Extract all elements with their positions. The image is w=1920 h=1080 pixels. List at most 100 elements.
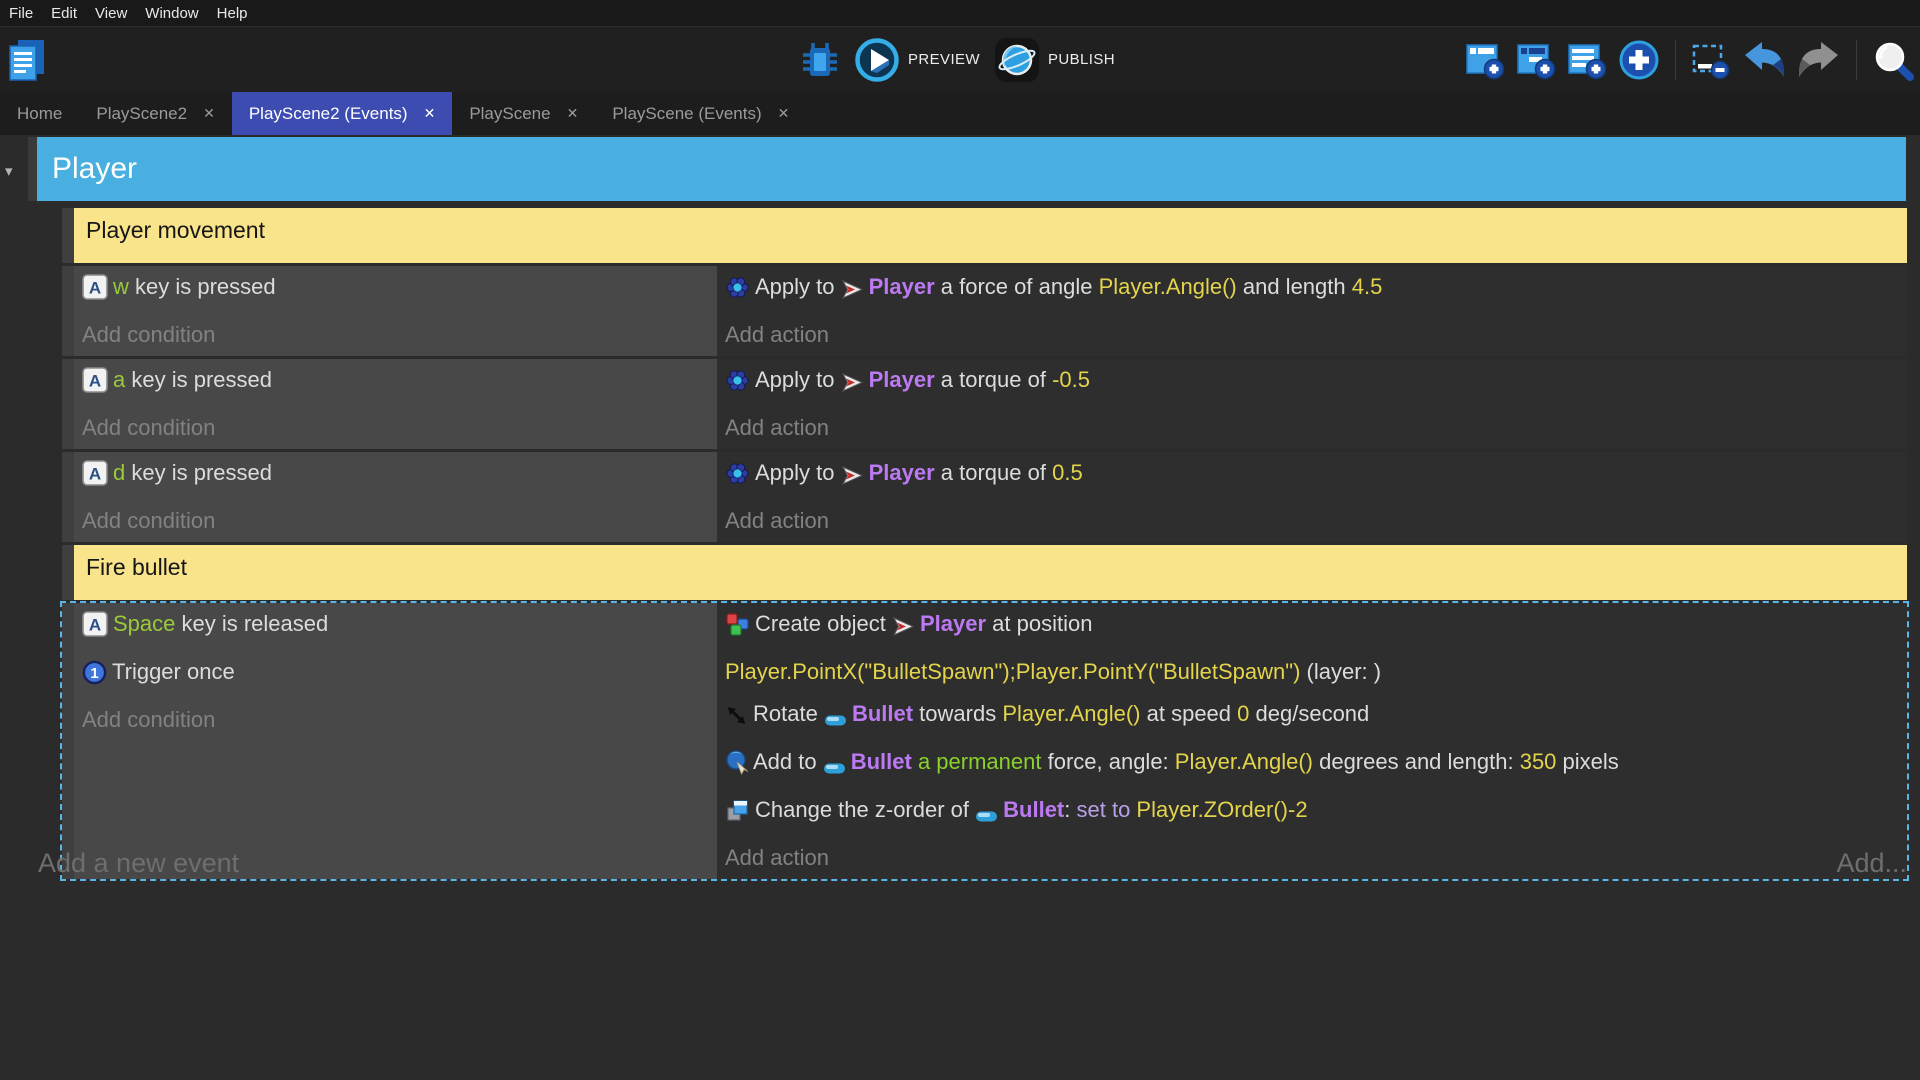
tab-playscene[interactable]: PlayScene ✕: [452, 92, 595, 135]
comment-row[interactable]: Fire bullet: [62, 545, 1907, 600]
event-row[interactable]: A Space key is released 1 Trigger once Add c…: [60, 601, 1909, 881]
comment-text[interactable]: Player movement: [74, 208, 1907, 263]
remove-event-icon[interactable]: [1691, 40, 1731, 80]
action-line[interactable]: Apply to Player a force of angle Player.…: [725, 266, 1899, 314]
physics-icon: [725, 458, 750, 500]
publish-globe-icon: [994, 37, 1040, 83]
bullet-object-icon: [823, 747, 846, 789]
add-condition-button[interactable]: Add condition: [82, 407, 709, 449]
menu-item-edit[interactable]: Edit: [51, 5, 77, 22]
text-segment: key is pressed: [128, 274, 276, 299]
menu-item-file[interactable]: File: [9, 5, 33, 22]
add-condition-button[interactable]: Add condition: [82, 314, 709, 356]
comment-row[interactable]: Player movement: [62, 208, 1907, 263]
toolbar-center: PREVIEW PUBLISH: [800, 27, 1115, 92]
add-more-button[interactable]: Add...: [1836, 848, 1907, 879]
add-action-button[interactable]: Add action: [725, 500, 1899, 542]
condition-line[interactable]: Aa key is pressed: [82, 359, 709, 407]
row-gutter[interactable]: [62, 603, 74, 879]
action-line[interactable]: Apply to Player a torque of 0.5: [725, 452, 1899, 500]
text-segment: pixels: [1556, 749, 1619, 774]
condition-line[interactable]: 1 Trigger once: [82, 651, 709, 699]
svg-text:A: A: [89, 616, 101, 635]
keyboard-icon: A: [82, 458, 108, 500]
event-row[interactable]: Aw key is pressed Add condition Apply to P…: [62, 266, 1907, 356]
publish-button[interactable]: PUBLISH: [994, 37, 1115, 83]
action-line[interactable]: Create object Player at position Player.…: [725, 603, 1605, 693]
row-gutter[interactable]: [62, 208, 74, 263]
row-gutter[interactable]: [62, 266, 74, 356]
tab-close-icon[interactable]: ✕: [424, 105, 436, 122]
conditions-cell: Aa key is pressed Add condition: [74, 359, 717, 449]
tab-playscene-events[interactable]: PlayScene (Events) ✕: [595, 92, 806, 135]
menu-item-help[interactable]: Help: [217, 5, 248, 22]
text-segment: Apply to: [755, 274, 841, 299]
add-action-button[interactable]: Add action: [725, 314, 1899, 356]
row-gutter[interactable]: [62, 359, 74, 449]
text-segment: Bullet: [851, 701, 914, 726]
project-manager-icon[interactable]: [8, 38, 46, 82]
tab-playscene2[interactable]: PlayScene2 ✕: [79, 92, 231, 135]
text-segment: Player.ZOrder()-2: [1136, 797, 1308, 822]
text-segment: Change the z-order of: [755, 797, 976, 822]
condition-line[interactable]: Ad key is pressed: [82, 452, 709, 500]
add-action-button[interactable]: Add action: [725, 837, 1899, 879]
tab-playscene2-events[interactable]: PlayScene2 (Events) ✕: [231, 92, 453, 135]
condition-line[interactable]: Aw key is pressed: [82, 266, 709, 314]
action-line[interactable]: Change the z-order of Bullet: set to Pla…: [725, 789, 1899, 837]
text-segment: key is pressed: [125, 460, 272, 485]
add-action-button[interactable]: Add action: [725, 407, 1899, 449]
add-new-event-button[interactable]: Add a new event: [38, 848, 239, 879]
keyboard-icon: A: [82, 272, 108, 314]
toolbar-separator: [1856, 39, 1857, 80]
group-header[interactable]: Player: [37, 137, 1906, 201]
menu-item-window[interactable]: Window: [145, 5, 198, 22]
debug-icon[interactable]: [800, 39, 840, 81]
tab-home[interactable]: Home: [0, 92, 79, 135]
tab-close-icon[interactable]: ✕: [203, 105, 215, 122]
group-title: Player: [52, 152, 138, 185]
zorder-icon: [725, 795, 750, 837]
actions-cell: Create object Player at position Player.…: [717, 603, 1907, 879]
svg-text:A: A: [89, 465, 101, 484]
tab-label: Home: [17, 103, 63, 123]
text-segment: and length: [1236, 274, 1352, 299]
row-gutter[interactable]: [62, 545, 74, 600]
toolbar-left: [8, 27, 46, 92]
event-row[interactable]: Aa key is pressed Add condition Apply to P…: [62, 359, 1907, 449]
text-segment: a permanent: [911, 749, 1042, 774]
tab-close-icon[interactable]: ✕: [778, 105, 790, 122]
text-segment: Add to: [753, 749, 823, 774]
add-comment-icon[interactable]: [1567, 40, 1607, 80]
search-icon[interactable]: [1872, 39, 1914, 81]
row-gutter[interactable]: [62, 452, 74, 542]
rotate-icon: [725, 699, 748, 741]
text-segment: Apply to: [755, 460, 841, 485]
undo-icon[interactable]: [1742, 40, 1786, 80]
event-row[interactable]: Ad key is pressed Add condition Apply to P…: [62, 452, 1907, 542]
action-line[interactable]: Add to Bullet a permanent force, angle: …: [725, 741, 1899, 789]
action-line[interactable]: Apply to Player a torque of -0.5: [725, 359, 1899, 407]
condition-line[interactable]: A Space key is released: [82, 603, 709, 651]
tab-label: PlayScene2: [96, 103, 188, 123]
menu-item-view[interactable]: View: [95, 5, 127, 22]
preview-label: PREVIEW: [908, 51, 980, 68]
collapse-arrow-icon[interactable]: ▾: [5, 162, 13, 180]
menu-bar: File Edit View Window Help: [0, 0, 1920, 27]
tab-close-icon[interactable]: ✕: [567, 105, 579, 122]
add-circle-icon[interactable]: [1618, 39, 1660, 81]
physics-icon: [725, 365, 750, 407]
svg-text:A: A: [89, 372, 101, 391]
text-segment: Bullet: [850, 749, 912, 774]
add-event-icon[interactable]: [1465, 40, 1505, 80]
add-condition-button[interactable]: Add condition: [82, 500, 709, 542]
add-subevent-icon[interactable]: [1516, 40, 1556, 80]
action-line[interactable]: Rotate Bullet towards Player.Angle() at …: [725, 693, 1899, 741]
add-condition-button[interactable]: Add condition: [82, 699, 709, 741]
preview-button[interactable]: PREVIEW: [854, 37, 980, 83]
text-segment: deg/second: [1249, 701, 1370, 726]
text-segment: Player: [868, 460, 935, 485]
redo-icon[interactable]: [1797, 40, 1841, 80]
comment-text[interactable]: Fire bullet: [74, 545, 1907, 600]
text-segment: 4.5: [1351, 274, 1383, 299]
